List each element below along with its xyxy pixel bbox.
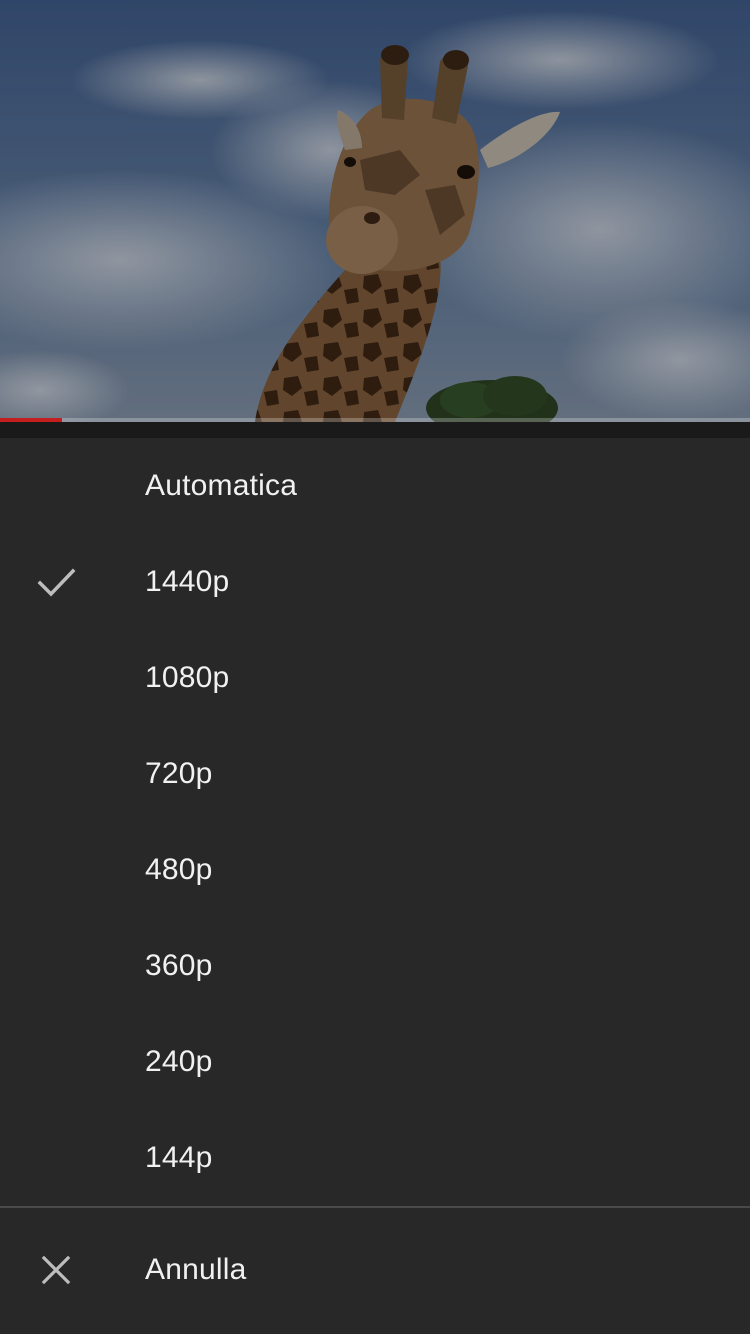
player-divider-strip	[0, 422, 750, 438]
cancel-label: Annulla	[145, 1253, 247, 1286]
quality-option-icon-slot	[36, 946, 76, 986]
quality-option-auto[interactable]: Automatica	[0, 438, 750, 534]
quality-option-icon-slot	[36, 850, 76, 890]
quality-option-144p[interactable]: 144p	[0, 1110, 750, 1206]
quality-option-360p[interactable]: 360p	[0, 918, 750, 1014]
quality-menu-sheet: Automatica 1440p 1080p 720p 480p 360p 24…	[0, 438, 750, 1334]
quality-option-1080p[interactable]: 1080p	[0, 630, 750, 726]
quality-option-240p[interactable]: 240p	[0, 1014, 750, 1110]
video-frame-image	[0, 0, 750, 422]
quality-option-icon-slot	[36, 466, 76, 506]
quality-option-icon-slot	[36, 658, 76, 698]
quality-option-label: Automatica	[145, 469, 298, 502]
quality-option-480p[interactable]: 480p	[0, 822, 750, 918]
quality-option-label: 240p	[145, 1045, 213, 1078]
checkmark-icon	[36, 562, 76, 602]
cancel-button[interactable]: Annulla	[0, 1222, 750, 1318]
quality-option-label: 1080p	[145, 661, 230, 694]
quality-option-label: 720p	[145, 757, 213, 790]
quality-option-label: 144p	[145, 1141, 213, 1174]
video-player[interactable]	[0, 0, 750, 422]
quality-option-720p[interactable]: 720p	[0, 726, 750, 822]
quality-option-icon-slot	[36, 1138, 76, 1178]
quality-option-label: 1440p	[145, 565, 230, 598]
menu-divider	[0, 1206, 750, 1208]
close-icon	[36, 1250, 76, 1290]
quality-option-1440p[interactable]: 1440p	[0, 534, 750, 630]
quality-option-icon-slot	[36, 1042, 76, 1082]
quality-option-icon-slot	[36, 754, 76, 794]
quality-option-label: 360p	[145, 949, 213, 982]
quality-option-label: 480p	[145, 853, 213, 886]
